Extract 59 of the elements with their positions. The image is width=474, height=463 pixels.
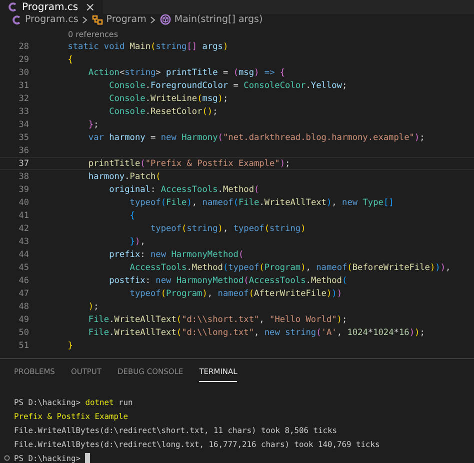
line-number: 50 [18,328,29,338]
chevron-right-icon [82,16,88,24]
code-line: typeof(Program), nameof(AfterWriteFile))) [128,288,342,298]
line-number: 31 [18,80,29,90]
line-number: 42 [18,224,29,234]
code-line: ); [87,302,99,312]
code-line: File.WriteAllText("d:\\short.txt", "Hello World"); [87,314,348,324]
line-number: 28 [18,42,29,52]
breadcrumb-item[interactable]: Program.cs [12,14,78,25]
breadcrumb-item[interactable]: Program [92,14,146,25]
line-number: 36 [18,146,29,156]
code-line: harmony.Patch( [87,172,161,182]
cube-icon [160,14,172,25]
code-line: var harmony = new Harmony("net.darkthread.blog.harmony.example"); [87,132,425,142]
code-line: Console.WriteLine(msg); [108,94,228,104]
code-line: }), [128,236,146,246]
line-number: 43 [18,236,29,246]
code-line: { [128,210,135,220]
file-tab[interactable]: Program.cs × [0,0,104,14]
code-line: typeof(File), nameof(File.WriteAllText), new Type[] [128,198,394,208]
line-number: 32 [18,94,29,104]
codelens-references[interactable]: 0 references [68,30,118,38]
line-number: 49 [18,314,29,324]
line-number: 30 [18,68,29,78]
line-number: 38 [18,172,29,182]
line-number: 35 [18,132,29,142]
line-number: 37 [18,158,29,168]
line-number: 41 [18,210,29,220]
line-number: 29 [18,54,29,64]
line-number: 48 [18,302,29,312]
class-icon [92,14,104,25]
line-number: 33 [18,106,29,116]
code-line: AccessTools.Method(typeof(Program), nameof(BeforeWriteFile))), [128,262,451,272]
line-number: 44 [18,250,29,260]
line-number: 39 [18,184,29,194]
close-icon[interactable]: × [85,0,96,14]
breadcrumb-item[interactable]: Main(string[] args) [160,14,263,25]
line-number: 51 [18,340,29,350]
line-number: 47 [18,288,29,298]
command-circle-icon [4,455,10,461]
text-cursor [85,452,90,463]
code-line: { [66,54,73,64]
code-line: }; [87,120,99,130]
code-line: printTitle("Prefix & Postfix Example"); [87,158,290,168]
code-line: static void Main(string[] args) [66,42,228,52]
code-line: prefix: new HarmonyMethod( [108,250,244,260]
chevron-right-icon [150,16,156,24]
line-number: 40 [18,198,29,208]
code-line: postfix: new HarmonyMethod(AccessTools.Method( [108,276,348,286]
code-line: } [66,340,73,350]
code-line: Console.ForegroundColor = ConsoleColor.Yellow; [108,80,348,90]
line-number: 34 [18,120,29,130]
line-number: 45 [18,262,29,272]
code-line: typeof(string), typeof(string) [149,224,306,234]
line-number: 46 [18,276,29,286]
code-line: Console.ResetColor(); [108,106,218,116]
code-line: Action<string> printTitle = (msg) => { [87,68,286,78]
code-line: original: AccessTools.Method( [108,184,260,194]
code-line: File.WriteAllText("d:\\long.txt", new string('A', 1024*1024*16)); [87,328,425,338]
